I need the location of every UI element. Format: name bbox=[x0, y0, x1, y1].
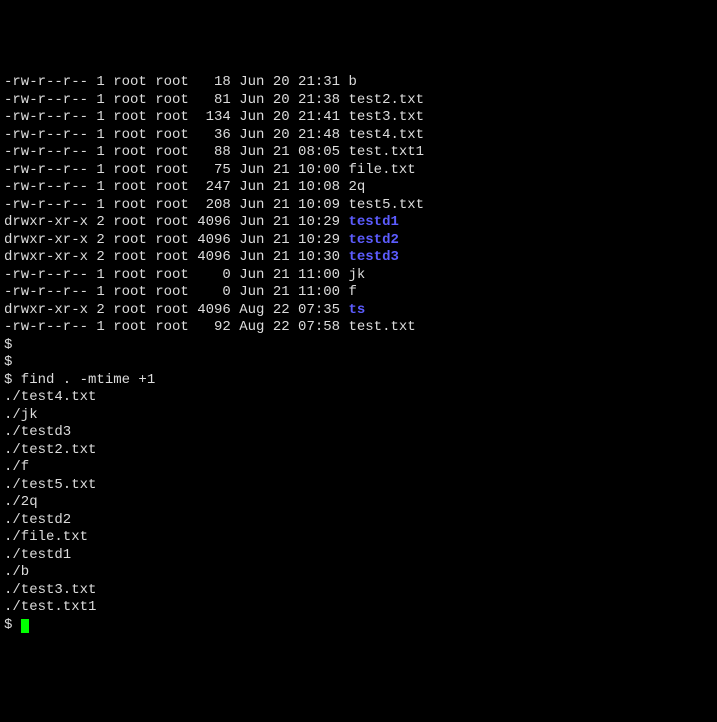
ls-row: -rw-r--r-- 1 root root 134 Jun 20 21:41 … bbox=[4, 109, 713, 127]
find-output-line: ./f bbox=[4, 459, 713, 477]
dir-name: testd3 bbox=[348, 249, 398, 265]
ls-row: -rw-r--r-- 1 root root 18 Jun 20 21:31 b bbox=[4, 74, 713, 92]
file-name: test.txt1 bbox=[348, 144, 424, 160]
ls-row: drwxr-xr-x 2 root root 4096 Jun 21 10:29… bbox=[4, 214, 713, 232]
find-output-line: ./test.txt1 bbox=[4, 599, 713, 617]
terminal[interactable]: -rw-r--r-- 1 root root 18 Jun 20 21:31 b… bbox=[4, 74, 713, 634]
dir-name: testd1 bbox=[348, 214, 398, 230]
ls-row: -rw-r--r-- 1 root root 88 Jun 21 08:05 t… bbox=[4, 144, 713, 162]
file-name: jk bbox=[348, 267, 365, 283]
find-output-line: ./jk bbox=[4, 407, 713, 425]
file-name: f bbox=[348, 284, 356, 300]
file-name: test.txt bbox=[348, 319, 415, 335]
find-output-line: ./2q bbox=[4, 494, 713, 512]
command-line: $ find . -mtime +1 bbox=[4, 372, 713, 390]
file-name: test2.txt bbox=[348, 92, 424, 108]
find-output-line: ./test5.txt bbox=[4, 477, 713, 495]
active-prompt[interactable]: $ bbox=[4, 617, 713, 635]
cursor-icon bbox=[21, 619, 29, 633]
prompt-line: $ bbox=[4, 337, 713, 355]
find-output-line: ./b bbox=[4, 564, 713, 582]
ls-row: -rw-r--r-- 1 root root 92 Aug 22 07:58 t… bbox=[4, 319, 713, 337]
ls-row: -rw-r--r-- 1 root root 36 Jun 20 21:48 t… bbox=[4, 127, 713, 145]
ls-row: -rw-r--r-- 1 root root 247 Jun 21 10:08 … bbox=[4, 179, 713, 197]
find-output-line: ./test4.txt bbox=[4, 389, 713, 407]
find-output-line: ./file.txt bbox=[4, 529, 713, 547]
prompt-line: $ bbox=[4, 354, 713, 372]
file-name: file.txt bbox=[348, 162, 415, 178]
ls-row: -rw-r--r-- 1 root root 75 Jun 21 10:00 f… bbox=[4, 162, 713, 180]
ls-row: -rw-r--r-- 1 root root 0 Jun 21 11:00 f bbox=[4, 284, 713, 302]
ls-row: drwxr-xr-x 2 root root 4096 Jun 21 10:29… bbox=[4, 232, 713, 250]
file-name: test4.txt bbox=[348, 127, 424, 143]
dir-name: ts bbox=[348, 302, 365, 318]
file-name: 2q bbox=[348, 179, 365, 195]
ls-row: -rw-r--r-- 1 root root 81 Jun 20 21:38 t… bbox=[4, 92, 713, 110]
find-output-line: ./test3.txt bbox=[4, 582, 713, 600]
file-name: test3.txt bbox=[348, 109, 424, 125]
find-output-line: ./testd3 bbox=[4, 424, 713, 442]
ls-row: drwxr-xr-x 2 root root 4096 Aug 22 07:35… bbox=[4, 302, 713, 320]
file-name: b bbox=[348, 74, 356, 90]
prompt-symbol: $ bbox=[4, 617, 21, 633]
ls-row: -rw-r--r-- 1 root root 208 Jun 21 10:09 … bbox=[4, 197, 713, 215]
dir-name: testd2 bbox=[348, 232, 398, 248]
ls-row: drwxr-xr-x 2 root root 4096 Jun 21 10:30… bbox=[4, 249, 713, 267]
find-output-line: ./testd1 bbox=[4, 547, 713, 565]
file-name: test5.txt bbox=[348, 197, 424, 213]
find-output-line: ./test2.txt bbox=[4, 442, 713, 460]
find-output-line: ./testd2 bbox=[4, 512, 713, 530]
ls-row: -rw-r--r-- 1 root root 0 Jun 21 11:00 jk bbox=[4, 267, 713, 285]
